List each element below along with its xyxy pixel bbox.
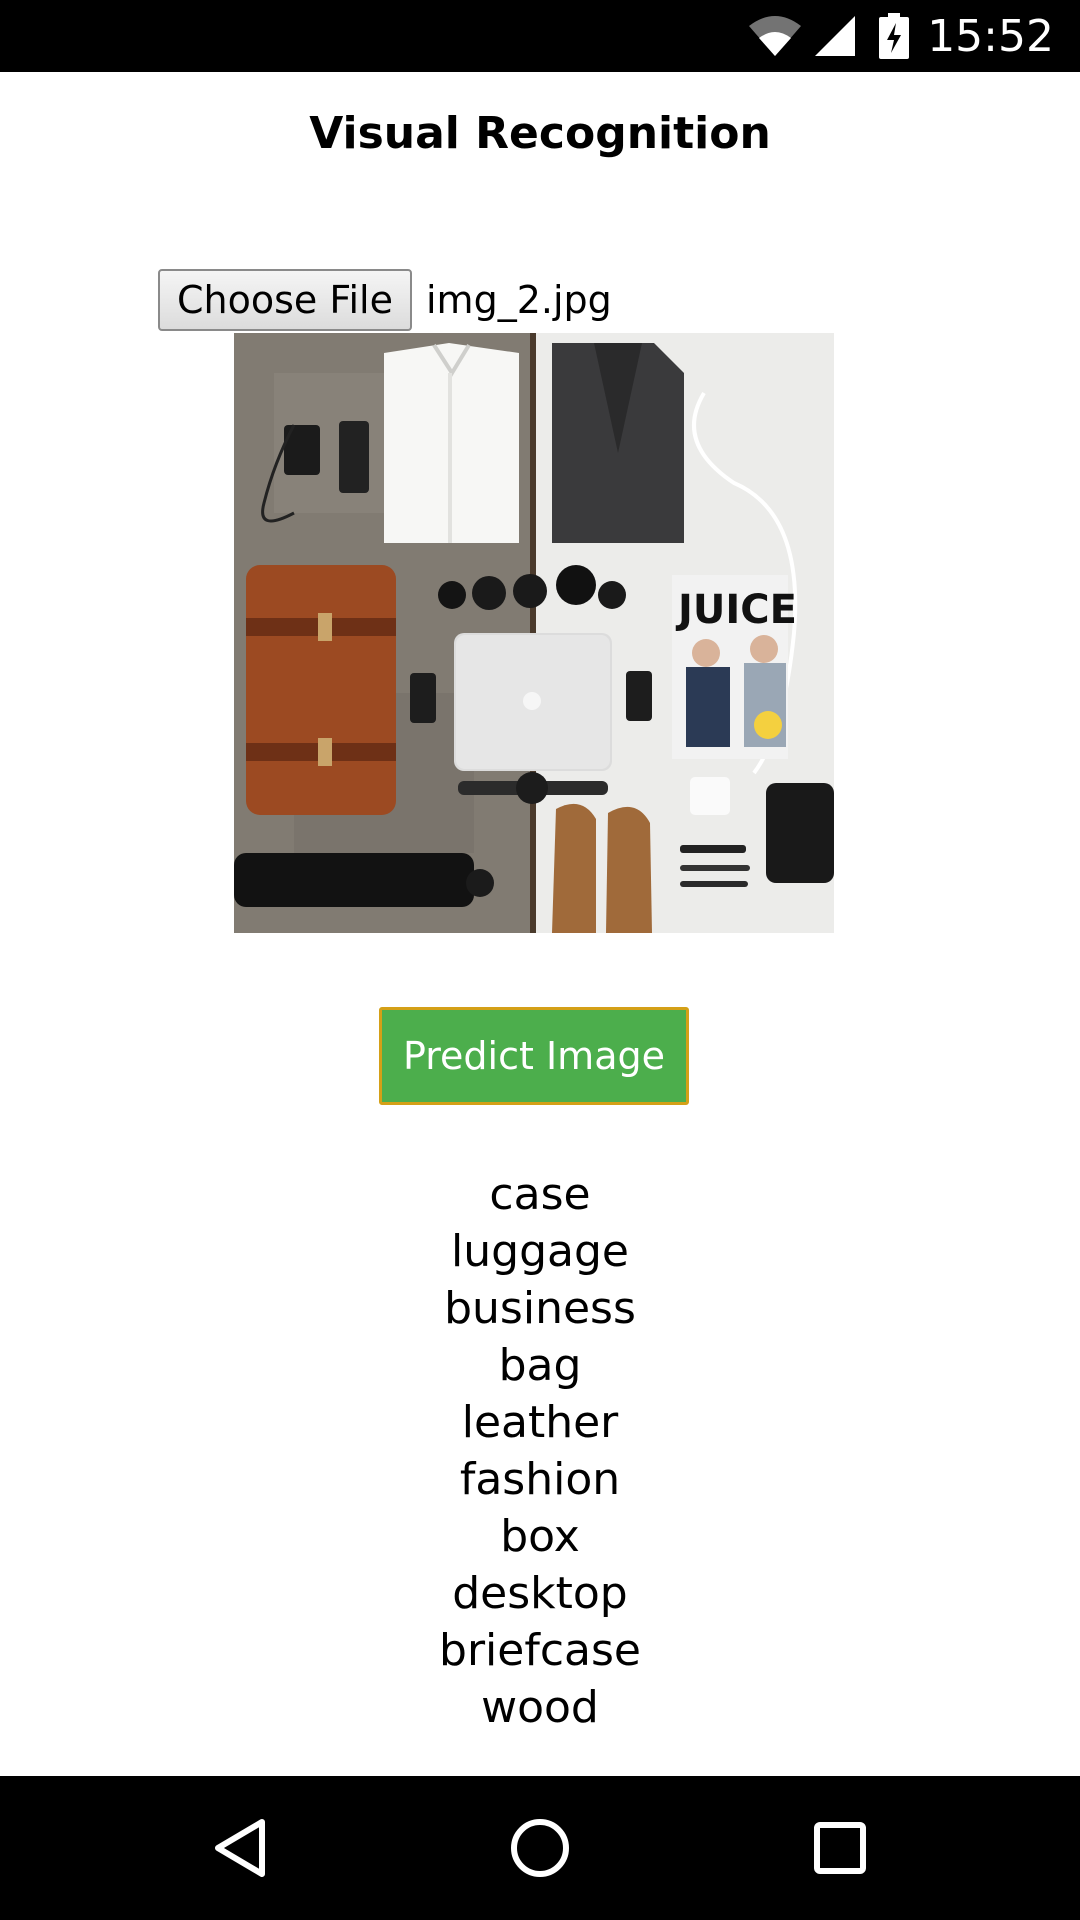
battery-charging-icon [879,13,910,59]
home-icon[interactable] [460,1776,620,1920]
status-bar: 15:52 [0,0,1080,72]
predict-image-button[interactable]: Predict Image [379,1007,689,1105]
nav-bar [0,1776,1080,1920]
clock: 15:52 [927,10,1054,62]
back-icon[interactable] [160,1776,320,1920]
prediction-item: luggage [451,1226,629,1277]
prediction-item: bag [498,1340,582,1391]
prediction-item: leather [461,1397,619,1448]
cell-signal-icon [813,14,857,58]
prediction-item: fashion [459,1454,621,1505]
prediction-item: box [500,1511,580,1562]
wifi-icon [747,14,803,58]
page-title: Visual Recognition [309,108,771,159]
file-name: img_2.jpg [426,278,612,322]
prediction-item: case [489,1169,591,1220]
prediction-item: business [444,1283,636,1334]
recents-icon[interactable] [760,1776,920,1920]
svg-text:JUICE: JUICE [675,587,797,633]
file-input: Choose File img_2.jpg [158,269,612,331]
status-icons: 15:52 [747,0,1054,72]
prediction-item: desktop [452,1568,628,1619]
prediction-list: case luggage business bag leather fashio… [0,1166,1080,1736]
choose-file-button[interactable]: Choose File [158,269,412,331]
prediction-item: briefcase [439,1625,641,1676]
image-preview: JUICE [234,333,834,933]
prediction-item: wood [481,1682,599,1733]
